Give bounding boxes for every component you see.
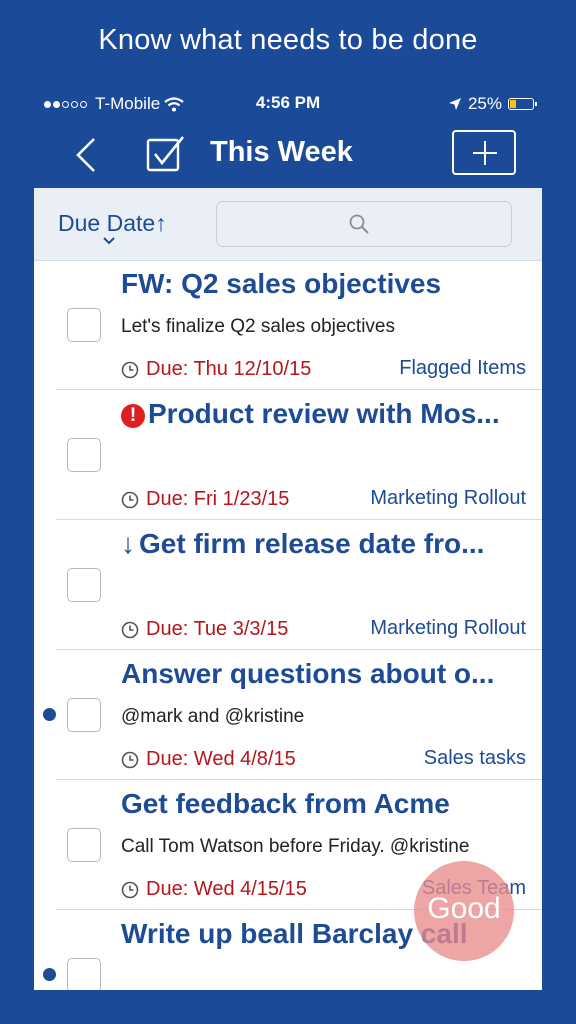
add-task-button[interactable] (452, 130, 516, 175)
sort-direction-arrow: ↑ (155, 210, 167, 236)
task-title: ! Product review with Mos... (121, 398, 527, 430)
task-folder: Flagged Items (399, 357, 526, 379)
task-row[interactable]: FW: Q2 sales objectives Let's finalize Q2… (34, 260, 542, 390)
task-folder: Sales tasks (423, 747, 526, 769)
promo-headline: Know what needs to be done (98, 24, 478, 56)
task-title-text: Answer questions about o... (121, 658, 495, 689)
unread-dot (43, 968, 56, 981)
rating-badge: Good (414, 861, 514, 961)
task-due-date: Due: Tue 3/3/15 (121, 618, 288, 641)
clock-icon (121, 751, 139, 768)
due-date-text: Due: Fri 1/23/15 (146, 488, 290, 510)
task-checkbox[interactable] (67, 958, 101, 990)
task-folder: Marketing Rollout (370, 617, 526, 639)
task-row[interactable]: ! Product review with Mos... Due: Fri 1/23… (34, 390, 542, 520)
unread-dot (43, 708, 56, 721)
low-priority-icon: ↓ (121, 528, 135, 559)
clock-icon (121, 881, 139, 898)
clock-icon (121, 361, 139, 378)
sort-by-button[interactable]: Due Date↑ (58, 210, 167, 237)
task-due-date: Due: Thu 12/10/15 (121, 358, 311, 381)
task-title: ↓ Get firm release date fro... (121, 528, 527, 560)
task-row[interactable]: Answer questions about o... @mark and @kr… (34, 650, 542, 780)
task-checkbox[interactable] (67, 568, 101, 602)
navigation-bar: This Week (34, 118, 542, 188)
task-due-date: Due: Wed 4/15/15 (121, 878, 307, 901)
task-checkbox[interactable] (67, 698, 101, 732)
page-title: This Week (210, 136, 353, 168)
search-icon (349, 214, 369, 234)
task-checkbox[interactable] (67, 828, 101, 862)
task-row[interactable]: ↓ Get firm release date fro... Due: Tue 3/… (34, 520, 542, 650)
task-title: Answer questions about o... (121, 658, 527, 690)
high-priority-icon: ! (121, 404, 145, 428)
task-folder: Marketing Rollout (370, 487, 526, 509)
due-date-text: Due: Wed 4/15/15 (146, 878, 307, 900)
location-arrow-icon (448, 98, 461, 110)
clock-icon (121, 621, 139, 638)
task-title-text: Get firm release date fro... (139, 528, 485, 559)
checkbox-icon[interactable] (146, 134, 186, 174)
due-date-text: Due: Wed 4/8/15 (146, 748, 296, 770)
due-date-text: Due: Thu 12/10/15 (146, 358, 312, 380)
task-title-text: Get feedback from Acme (121, 788, 450, 819)
task-title: Get feedback from Acme (121, 788, 527, 820)
task-title-text: FW: Q2 sales objectives (121, 268, 442, 299)
status-bar: T-Mobile 4:56 PM 25% (34, 88, 542, 118)
search-input[interactable] (216, 201, 512, 247)
task-title: FW: Q2 sales objectives (121, 268, 527, 300)
phone-screen: T-Mobile 4:56 PM 25% This Week Due Date↑… (34, 88, 542, 990)
task-preview: @mark and @kristine (121, 706, 305, 727)
filter-bar: Due Date↑ (34, 188, 542, 261)
task-checkbox[interactable] (67, 308, 101, 342)
task-checkbox[interactable] (67, 438, 101, 472)
task-title-text: Product review with Mos... (148, 398, 500, 429)
battery-percent: 25% (467, 94, 502, 113)
task-due-date: Due: Wed 4/8/15 (121, 748, 296, 771)
task-preview: Call Tom Watson before Friday. @kristine (121, 836, 470, 857)
task-due-date: Due: Fri 1/23/15 (121, 488, 289, 511)
due-date-text: Due: Tue 3/3/15 (146, 618, 289, 640)
screen: { "promo_text": "Know what needs to be d… (0, 0, 576, 1024)
chevron-left-icon[interactable] (72, 136, 102, 174)
sort-label: Due Date (58, 210, 156, 236)
clock-icon (121, 491, 139, 508)
battery-icon (508, 98, 537, 110)
task-preview: Let's finalize Q2 sales objectives (121, 316, 395, 337)
chevron-down-icon[interactable] (102, 236, 116, 246)
